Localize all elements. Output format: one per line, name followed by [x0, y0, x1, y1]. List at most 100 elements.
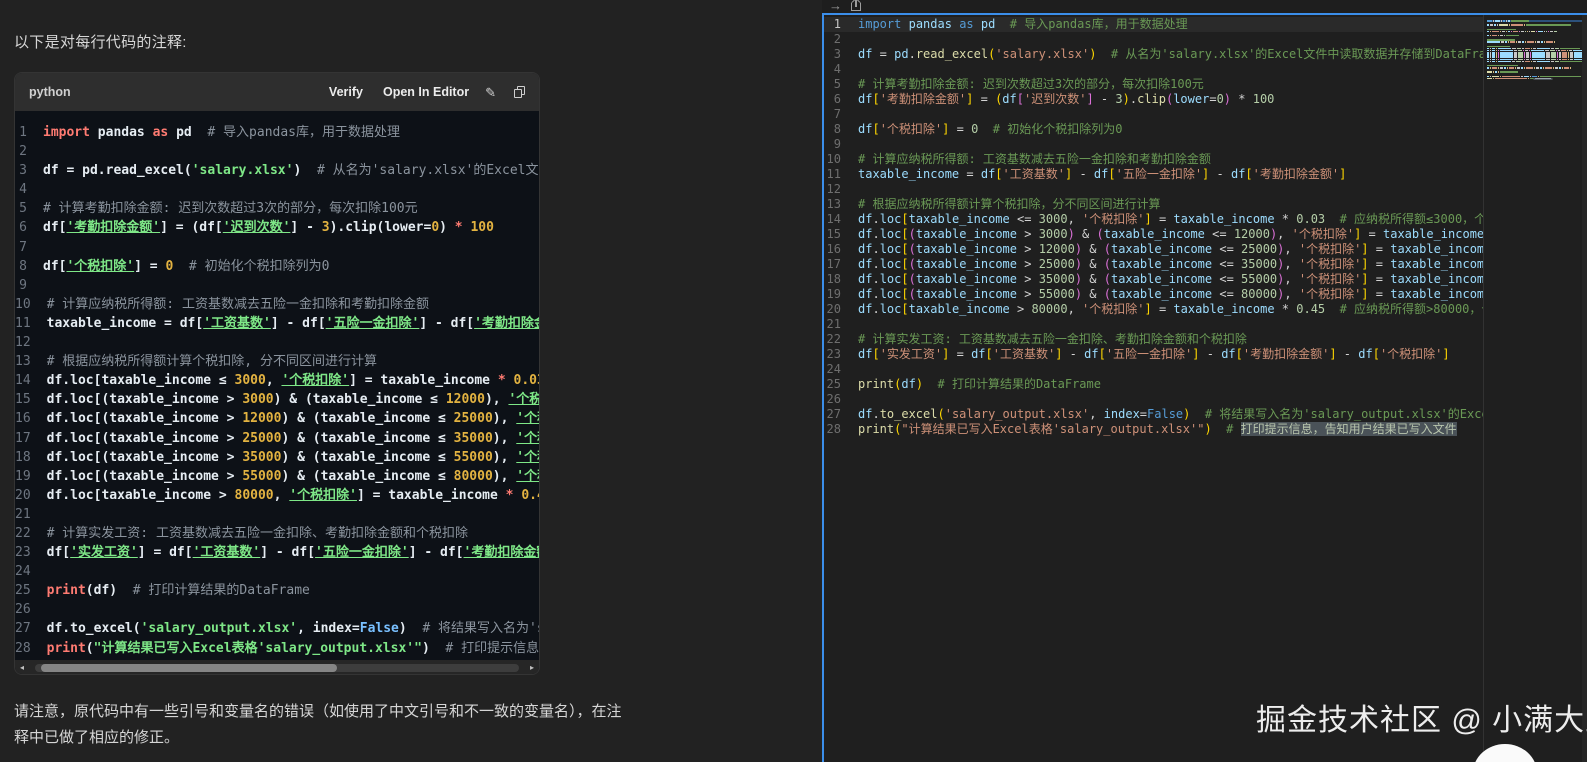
code-line: 17 df.loc[(taxable_income > 25000) & (tax…: [15, 429, 539, 448]
line-number: 10: [15, 296, 31, 312]
code-line: 20 df.loc[taxable_income > 80000, '个税扣除']…: [15, 486, 539, 505]
code-line: 11 taxable_income = df['工资基数'] - df['五险一金…: [15, 314, 539, 333]
code-line: 25 print(df) # 打印计算结果的DataFrame: [15, 581, 539, 600]
line-number: 13: [15, 354, 31, 370]
code-line: 21: [824, 317, 1483, 332]
code-line: 23 df['实发工资'] = df['工资基数'] - df['五险一金扣除']…: [824, 347, 1483, 362]
line-number: 19: [15, 468, 31, 484]
line-number: 21: [826, 317, 841, 331]
code-line: 2: [824, 32, 1483, 47]
line-number: 12: [15, 335, 31, 351]
vertical-scrollbar[interactable]: [1582, 15, 1587, 762]
chat-panel: 以下是对每行代码的注释: python Verify Open In Edito…: [0, 0, 822, 762]
code-block-header: python Verify Open In Editor ✎: [15, 73, 539, 111]
code-line: 1 import pandas as pd # 导入pandas库，用于数据处理: [824, 17, 1483, 32]
line-number: 22: [826, 332, 841, 346]
code-line: 23 df['实发工资'] = df['工资基数'] - df['五险一金扣除']…: [15, 543, 539, 562]
open-in-editor-button[interactable]: Open In Editor: [383, 85, 469, 99]
line-number: 19: [826, 287, 841, 301]
line-number: 5: [19, 201, 27, 217]
note-line-1: 请注意，原代码中有一些引号和变量名的错误（如使用了中文引号和不一致的变量名），在…: [14, 703, 622, 720]
line-number: 9: [19, 277, 27, 293]
line-number: 17: [15, 430, 31, 446]
code-line: 12: [824, 182, 1483, 197]
code-line: 26: [15, 600, 539, 619]
line-number: 5: [833, 77, 841, 91]
code-line: 8 df['个税扣除'] = 0 # 初始化个税扣除列为0: [824, 122, 1483, 137]
line-number: 16: [826, 242, 841, 256]
scroll-right-arrow-icon[interactable]: ▸: [530, 663, 534, 672]
code-line: 28 print("计算结果已写入Excel表格'salary_output.xl…: [15, 639, 539, 658]
line-number: 9: [833, 137, 841, 151]
line-number: 8: [833, 122, 841, 136]
goto-arrow-icon[interactable]: →: [829, 0, 842, 13]
scrollbar-thumb[interactable]: [41, 664, 337, 672]
chat-code-lines: 1 import pandas as pd # 导入pandas库，用于数据处理 2…: [15, 111, 539, 660]
code-line: 14 df.loc[taxable_income ≤ 3000, '个税扣除'] …: [15, 371, 539, 390]
code-line: 4: [824, 62, 1483, 77]
line-number: 1: [833, 17, 841, 31]
code-line: 15 df.loc[(taxable_income > 3000) & (taxa…: [824, 227, 1483, 242]
line-number: 4: [19, 182, 27, 198]
editor-code-lines[interactable]: 1 import pandas as pd # 导入pandas库，用于数据处理 2…: [824, 17, 1483, 762]
code-line: 27 df.to_excel('salary_output.xlsx', inde…: [15, 619, 539, 638]
code-line: 24: [15, 562, 539, 581]
code-line: 13 # 根据应纳税所得额计算个税扣除, 分不同区间进行计算: [15, 352, 539, 371]
line-number: 24: [826, 362, 841, 376]
code-line: 17 df.loc[(taxable_income > 25000) & (tax…: [824, 257, 1483, 272]
minimap[interactable]: [1487, 20, 1582, 90]
line-number: 14: [15, 373, 31, 389]
code-line: 22 # 计算实发工资: 工资基数减去五险一金扣除、考勤扣除金额和个税扣除: [824, 332, 1483, 347]
line-number: 15: [15, 392, 31, 408]
code-line: 7: [15, 238, 539, 257]
minimap-line: [1487, 67, 1582, 69]
line-number: 28: [15, 640, 31, 656]
line-number: 27: [15, 621, 31, 637]
code-line: 5 # 计算考勤扣除金额: 迟到次数超过3次的部分，每次扣除100元: [15, 199, 539, 218]
verify-button[interactable]: Verify: [329, 85, 363, 99]
code-line: 6 df['考勤扣除金额'] = (df['迟到次数'] - 3).clip(lo…: [824, 92, 1483, 107]
assistant-note-text: 请注意，原代码中有一些引号和变量名的错误（如使用了中文引号和不一致的变量名），在…: [14, 699, 809, 751]
line-number: 23: [15, 545, 31, 561]
minimap-line: [1487, 77, 1582, 80]
line-number: 6: [19, 220, 27, 236]
line-number: 2: [19, 144, 27, 160]
line-number: 8: [19, 258, 27, 274]
code-line: 10 # 计算应纳税所得额: 工资基数减去五险一金扣除和考勤扣除金额: [824, 152, 1483, 167]
horizontal-scrollbar[interactable]: ◂ ▸: [15, 660, 539, 674]
line-number: 3: [19, 163, 27, 179]
line-number: 20: [15, 487, 31, 503]
copy-icon[interactable]: [514, 86, 525, 98]
line-number: 21: [15, 506, 31, 522]
code-line: 25 print(df) # 打印计算结果的DataFrame: [824, 377, 1483, 392]
line-number: 3: [833, 47, 841, 61]
line-number: 26: [826, 392, 841, 406]
line-number: 28: [826, 422, 841, 436]
line-number: 16: [15, 411, 31, 427]
code-line: 3 df = pd.read_excel('salary.xlsx') # 从名为…: [824, 47, 1483, 62]
code-line: 20 df.loc[taxable_income > 80000, '个税扣除']…: [824, 302, 1483, 317]
code-line: 3 df = pd.read_excel('salary.xlsx') # 从名为…: [15, 161, 539, 180]
code-line: 9: [15, 276, 539, 295]
note-line-2: 释中已做了相应的修正。: [14, 729, 180, 746]
code-line: 12: [15, 333, 539, 352]
code-line: 19 df.loc[(taxable_income > 55000) & (tax…: [15, 467, 539, 486]
code-line: 15 df.loc[(taxable_income > 3000) & (taxa…: [15, 390, 539, 409]
code-line: 6 df['考勤扣除金额'] = (df['迟到次数'] - 3).clip(lo…: [15, 218, 539, 237]
line-number: 7: [833, 107, 841, 121]
line-number: 15: [826, 227, 841, 241]
share-icon[interactable]: [851, 0, 861, 11]
code-line: 28 print("计算结果已写入Excel表格'salary_output.xl…: [824, 422, 1483, 437]
line-number: 18: [15, 449, 31, 465]
scroll-left-arrow-icon[interactable]: ◂: [20, 663, 24, 672]
line-number: 1: [19, 125, 27, 140]
line-number: 20: [826, 302, 841, 316]
edit-icon[interactable]: ✎: [485, 86, 496, 99]
line-number: 2: [833, 32, 841, 46]
code-line: 24: [824, 362, 1483, 377]
watermark: 掘金技术社区 @ 小满大王i: [1256, 704, 1587, 737]
line-number: 10: [826, 152, 841, 166]
line-number: 25: [826, 377, 841, 391]
code-line: 2: [15, 142, 539, 161]
code-line: 16 df.loc[(taxable_income > 12000) & (tax…: [15, 409, 539, 428]
